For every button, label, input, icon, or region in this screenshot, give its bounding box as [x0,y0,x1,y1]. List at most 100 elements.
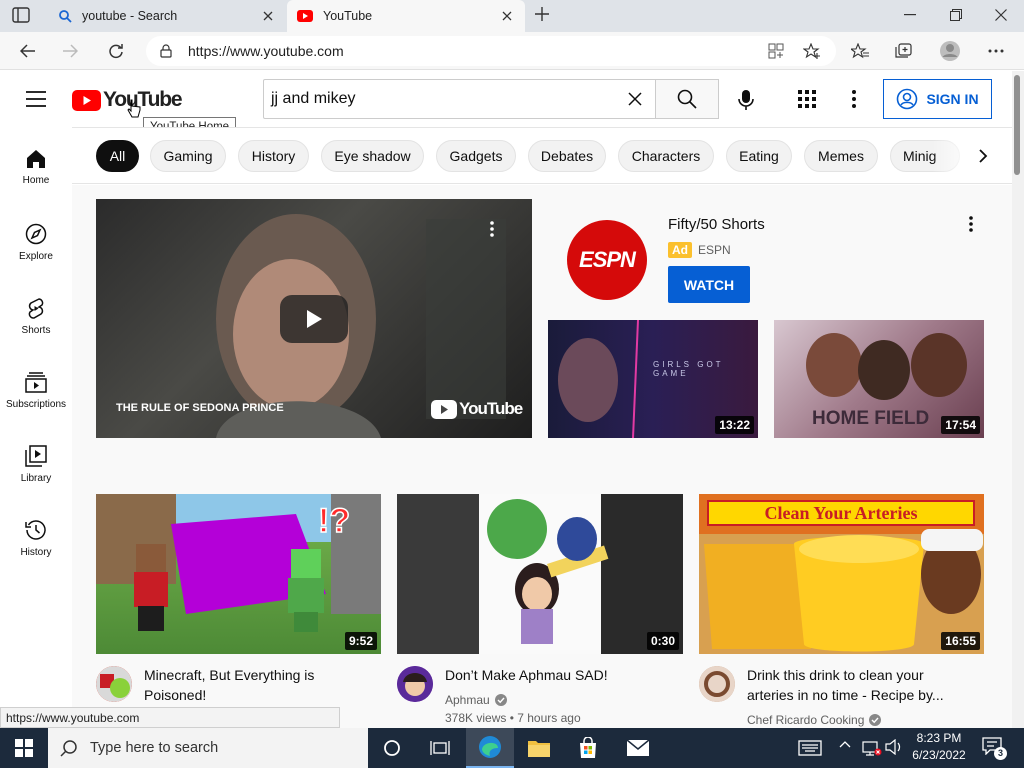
close-window-icon[interactable] [978,0,1024,30]
sidebar-item-history[interactable]: History [0,505,72,579]
video-title[interactable]: Minecraft, But Everything is Poisoned! [144,665,314,705]
channel-avatar-image [397,666,433,702]
favorites-icon[interactable] [844,35,876,67]
ad-thumbnail-2[interactable]: HOME FIELD 17:54 [774,320,984,438]
tab-youtube[interactable]: YouTube [287,0,525,32]
search-button[interactable] [655,79,719,119]
cortana-icon[interactable] [368,728,416,768]
profile-avatar-icon[interactable] [934,35,966,67]
duration-badge: 17:54 [941,416,980,434]
ad-title[interactable]: Fifty/50 Shorts [668,216,765,233]
microsoft-store-icon[interactable] [564,728,612,768]
watch-button[interactable]: WATCH [668,266,750,303]
sidebar-item-library[interactable]: Library [0,431,72,505]
forward-icon[interactable] [54,35,86,67]
status-url-bar: https://www.youtube.com [0,707,340,728]
file-explorer-icon[interactable] [515,728,563,768]
chip-characters[interactable]: Characters [618,140,714,172]
sidebar-item-label: Explore [19,251,53,262]
sign-in-label: SIGN IN [926,91,979,107]
app-available-icon[interactable] [768,43,784,59]
chevron-right-icon[interactable] [967,140,999,172]
channel-name[interactable]: Chef Ricardo Cooking [747,711,882,728]
notification-count-badge: 3 [994,747,1007,760]
more-options-icon[interactable] [490,221,494,237]
clear-search-icon[interactable] [628,92,642,106]
video-title[interactable]: Drink this drink to clean your arteries … [747,665,944,705]
edge-browser-icon[interactable] [466,728,514,768]
chip-memes[interactable]: Memes [804,140,878,172]
task-view-icon[interactable] [416,728,464,768]
ad-channel: ESPN [698,243,731,257]
video-thumbnail[interactable]: 0:30 [397,494,683,654]
close-icon[interactable] [260,8,276,24]
sidebar-item-label: Subscriptions [5,399,67,410]
taskbar-search[interactable]: Type here to search [48,728,368,768]
windows-start-icon[interactable] [0,728,48,768]
mail-icon[interactable] [614,728,662,768]
add-favorite-icon[interactable] [803,43,821,59]
channel-avatar[interactable] [397,666,433,702]
new-tab-icon[interactable] [534,6,554,26]
browser-toolbar: https://www.youtube.com [0,32,1024,70]
chip-eye-shadow[interactable]: Eye shadow [321,140,424,172]
tab-youtube-search[interactable]: youtube - Search [48,0,286,32]
chip-history[interactable]: History [238,140,309,172]
chip-debates[interactable]: Debates [528,140,606,172]
page-scrollbar[interactable] [1012,71,1024,728]
url-text: https://www.youtube.com [188,43,344,59]
back-icon[interactable] [12,35,44,67]
tab-actions-icon[interactable] [12,7,36,25]
ad-thumbnail-1[interactable]: GIRLS GOT GAME 13:22 [548,320,758,438]
video-title[interactable]: Don’t Make Aphmau SAD! [445,665,608,685]
network-icon[interactable] [862,738,882,756]
search-input[interactable]: jj and mikey [263,79,656,119]
taskbar-clock[interactable]: 8:23 PM 6/23/2022 [904,730,974,764]
ad-more-options-icon[interactable] [969,216,973,232]
microphone-icon[interactable] [737,89,755,111]
ad-meta: Ad ESPN [668,242,731,258]
channel-avatar-image [96,666,132,702]
settings-more-icon[interactable] [852,90,856,108]
play-button[interactable] [280,295,348,343]
menu-icon[interactable] [26,91,46,107]
video-thumbnail[interactable]: !? 9:52 [96,494,381,654]
restore-icon[interactable] [933,0,979,30]
video-thumbnail[interactable]: Clean Your Arteries 16:55 [699,494,984,654]
sidebar-item-subscriptions[interactable]: Subscriptions [0,357,72,431]
chip-gaming[interactable]: Gaming [150,140,226,172]
video-meta: 378K views • 7 hours ago [445,711,581,725]
sidebar-item-home[interactable]: Home [0,135,72,209]
notification-center-icon[interactable]: 3 [982,737,1007,760]
sidebar-item-shorts[interactable]: Shorts [0,283,72,357]
duration-badge: 13:22 [715,416,754,434]
scrollbar-thumb[interactable] [1014,75,1020,175]
video-title-line: Minecraft, But Everything is [144,667,315,683]
chevron-up-icon[interactable] [839,740,851,748]
address-bar[interactable]: https://www.youtube.com [146,36,836,66]
espn-logo[interactable]: ESPN [567,220,647,300]
search-query: jj and mikey [271,90,356,107]
chip-gadgets[interactable]: Gadgets [436,140,516,172]
apps-icon[interactable] [798,90,816,108]
windows-taskbar: Type here to search 8:23 PM 6/23/2022 3 [0,728,1024,768]
channel-avatar[interactable] [96,666,132,702]
collections-icon[interactable] [888,35,920,67]
channel-avatar[interactable] [699,666,735,702]
youtube-logo-icon [72,89,101,111]
chip-eating[interactable]: Eating [726,140,792,172]
aphmau-scene [397,494,683,654]
volume-icon[interactable] [885,739,903,755]
sign-in-button[interactable]: SIGN IN [883,79,992,119]
tab-label: youtube - Search [82,9,178,23]
featured-video-thumbnail[interactable]: THE RULE OF SEDONA PRINCE YouTube [96,199,532,438]
search-icon [58,9,72,23]
chip-all[interactable]: All [96,140,139,172]
sidebar-item-explore[interactable]: Explore [0,209,72,283]
keyboard-icon[interactable] [786,728,834,768]
close-icon[interactable] [499,8,515,24]
refresh-icon[interactable] [100,35,132,67]
channel-name[interactable]: Aphmau [445,691,507,709]
settings-more-icon[interactable] [980,35,1012,67]
minimize-icon[interactable] [887,0,933,30]
